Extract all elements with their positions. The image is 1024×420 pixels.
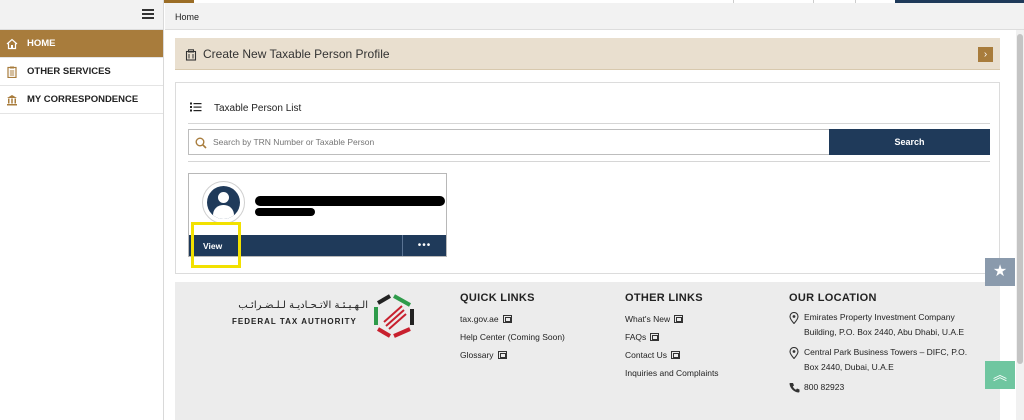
list-icon: [190, 99, 202, 117]
card-actions: View •••: [189, 235, 446, 256]
breadcrumb-home[interactable]: Home: [175, 12, 199, 22]
search-bar: Search: [188, 129, 990, 155]
fta-logo: الـهـيـئـة الاتـحـاديـة لـلـضـرائـب FEDE…: [230, 292, 420, 342]
location-pin-icon: [789, 346, 801, 375]
scrollbar[interactable]: [1016, 30, 1024, 420]
link-glossary[interactable]: Glossary: [460, 346, 565, 364]
link-inquiries[interactable]: Inquiries and Complaints: [625, 364, 719, 382]
link-label: FAQs: [625, 332, 647, 342]
profile-card-icon: [185, 48, 197, 61]
sidebar-item-other-services[interactable]: OTHER SERVICES: [0, 58, 163, 86]
search-input[interactable]: [189, 130, 829, 154]
sidebar: HOME OTHER SERVICES MY CORRESPONDENCE: [0, 0, 164, 420]
clipboard-icon: [6, 66, 18, 78]
sidebar-item-home[interactable]: HOME: [0, 30, 163, 58]
link-label: Help Center (Coming Soon): [460, 332, 565, 342]
link-contact-us[interactable]: Contact Us: [625, 346, 719, 364]
link-label: What's New: [625, 314, 671, 324]
sidebar-item-label: MY CORRESPONDENCE: [27, 94, 139, 105]
external-link-icon: [650, 333, 660, 341]
scrollbar-thumb[interactable]: [1017, 34, 1023, 364]
link-label: tax.gov.ae: [460, 314, 499, 324]
link-label: Inquiries and Complaints: [625, 368, 719, 378]
link-help-center[interactable]: Help Center (Coming Soon): [460, 328, 565, 346]
sidebar-item-label: OTHER SERVICES: [27, 66, 111, 77]
external-link-icon: [497, 351, 507, 359]
favorite-star-icon[interactable]: ★: [985, 258, 1015, 286]
scroll-to-top-icon[interactable]: ︽: [985, 361, 1015, 389]
user-avatar-icon: [207, 186, 240, 219]
logo-english-text: FEDERAL TAX AUTHORITY: [232, 317, 357, 326]
external-link-icon: [674, 315, 684, 323]
link-faqs[interactable]: FAQs: [625, 328, 719, 346]
logo-arabic-text: الـهـيـئـة الاتـحـاديـة لـلـضـرائـب: [238, 300, 368, 311]
chevron-right-icon[interactable]: ›: [978, 47, 993, 62]
taxable-person-list-panel: Taxable Person List Search View •••: [175, 82, 1000, 274]
sidebar-item-label: HOME: [27, 38, 56, 49]
link-label: Glossary: [460, 350, 494, 360]
view-button[interactable]: View: [189, 235, 403, 256]
create-profile-bar[interactable]: Create New Taxable Person Profile ›: [175, 38, 1000, 70]
quick-links-heading: QUICK LINKS: [460, 292, 535, 304]
address-text: Emirates Property Investment Company Bui…: [804, 312, 965, 337]
search-field-wrapper: [188, 129, 829, 155]
sidebar-header: [0, 0, 163, 30]
phone-icon: [789, 382, 801, 398]
other-links: OTHER LINKS What's New FAQs Contact Us I…: [625, 292, 719, 382]
building-icon: [6, 94, 18, 106]
location-pin-icon: [789, 311, 801, 340]
link-label: Contact Us: [625, 350, 668, 360]
external-link-icon: [502, 315, 512, 323]
address-dubai: Central Park Business Towers – DIFC, P.O…: [789, 345, 969, 375]
taxable-person-card: View •••: [188, 173, 447, 257]
redacted-name: [255, 196, 445, 206]
other-links-heading: OTHER LINKS: [625, 292, 703, 304]
search-icon: [195, 136, 207, 154]
phone-text: 800 82923: [804, 382, 845, 392]
home-icon: [6, 38, 18, 50]
avatar: [202, 181, 245, 224]
external-link-icon: [671, 351, 681, 359]
redacted-id: [255, 208, 315, 216]
sidebar-item-my-correspondence[interactable]: MY CORRESPONDENCE: [0, 86, 163, 114]
link-whats-new[interactable]: What's New: [625, 310, 719, 328]
phone-number: 800 82923: [789, 380, 969, 398]
location-heading: OUR LOCATION: [789, 292, 877, 304]
fta-emblem-icon: [374, 294, 414, 338]
hamburger-menu-icon[interactable]: [142, 9, 154, 19]
create-profile-label: Create New Taxable Person Profile: [203, 46, 390, 61]
search-button[interactable]: Search: [829, 129, 990, 155]
quick-links: QUICK LINKS tax.gov.ae Help Center (Comi…: [460, 292, 565, 364]
address-abu-dhabi: Emirates Property Investment Company Bui…: [789, 310, 969, 340]
more-options-button[interactable]: •••: [403, 235, 446, 256]
panel-header: Taxable Person List: [190, 99, 301, 117]
divider: [188, 123, 990, 124]
link-tax-gov[interactable]: tax.gov.ae: [460, 310, 565, 328]
our-location: OUR LOCATION Emirates Property Investmen…: [789, 292, 969, 403]
breadcrumb: Home: [165, 3, 1024, 30]
site-footer: الـهـيـئـة الاتـحـاديـة لـلـضـرائـب FEDE…: [175, 282, 1000, 420]
divider: [188, 161, 990, 162]
panel-title: Taxable Person List: [214, 102, 302, 114]
address-text: Central Park Business Towers – DIFC, P.O…: [804, 347, 968, 372]
